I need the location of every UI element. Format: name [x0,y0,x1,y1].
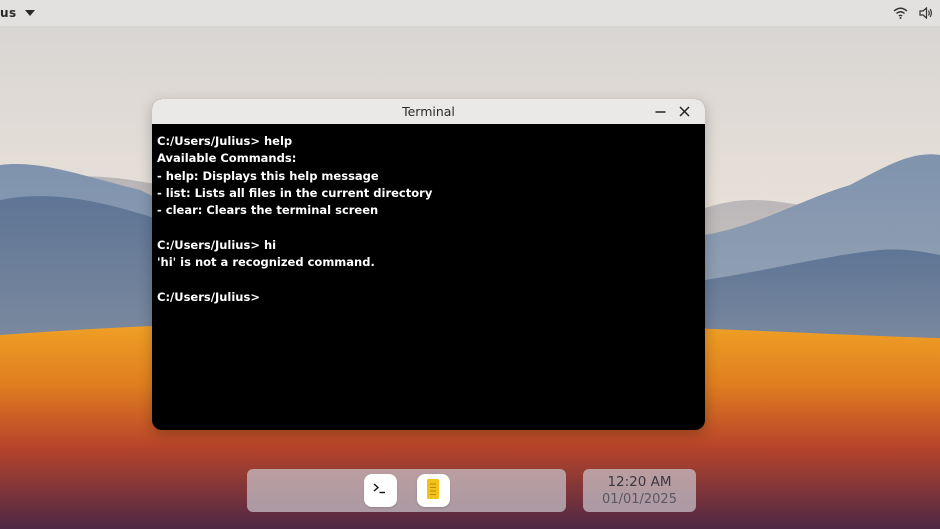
top-panel-left: us [0,6,37,20]
terminal-icon [372,481,388,500]
terminal-prompt: C:/Users/Julius> [157,289,260,304]
panel-app-label[interactable]: us [0,6,17,20]
notes-icon [426,478,440,504]
clock-time: 12:20 AM [607,473,672,490]
dock [247,469,566,512]
volume-icon[interactable] [918,6,934,20]
window-title: Terminal [402,104,455,119]
chevron-down-icon[interactable] [23,7,37,19]
terminal-line: C:/Users/Julius> help [157,134,293,148]
minimize-icon[interactable] [653,105,667,119]
terminal-window: Terminal C:/Users/Julius> help Available… [152,99,705,430]
terminal-input[interactable] [259,289,699,306]
terminal-prompt-line: C:/Users/Julius> [157,289,699,306]
top-panel: us [0,0,940,26]
close-icon[interactable] [677,105,691,119]
terminal-output[interactable]: C:/Users/Julius> help Available Commands… [152,124,705,306]
dock-app-terminal[interactable] [363,474,397,507]
dock-app-notes[interactable] [416,474,450,507]
terminal-line: - list: Lists all files in the current d… [157,185,433,200]
window-controls [653,99,691,124]
terminal-line: - help: Displays this help message [157,168,379,183]
terminal-line: - clear: Clears the terminal screen [157,203,379,218]
wifi-icon[interactable] [892,6,908,20]
clock-date: 01/01/2025 [602,491,677,507]
window-titlebar[interactable]: Terminal [152,99,705,124]
system-tray [892,6,934,20]
terminal-line: 'hi' is not a recognized command. [157,255,375,270]
clock-widget[interactable]: 12:20 AM 01/01/2025 [583,469,696,512]
terminal-line: C:/Users/Julius> hi [157,237,277,252]
terminal-line: Available Commands: [157,151,297,166]
